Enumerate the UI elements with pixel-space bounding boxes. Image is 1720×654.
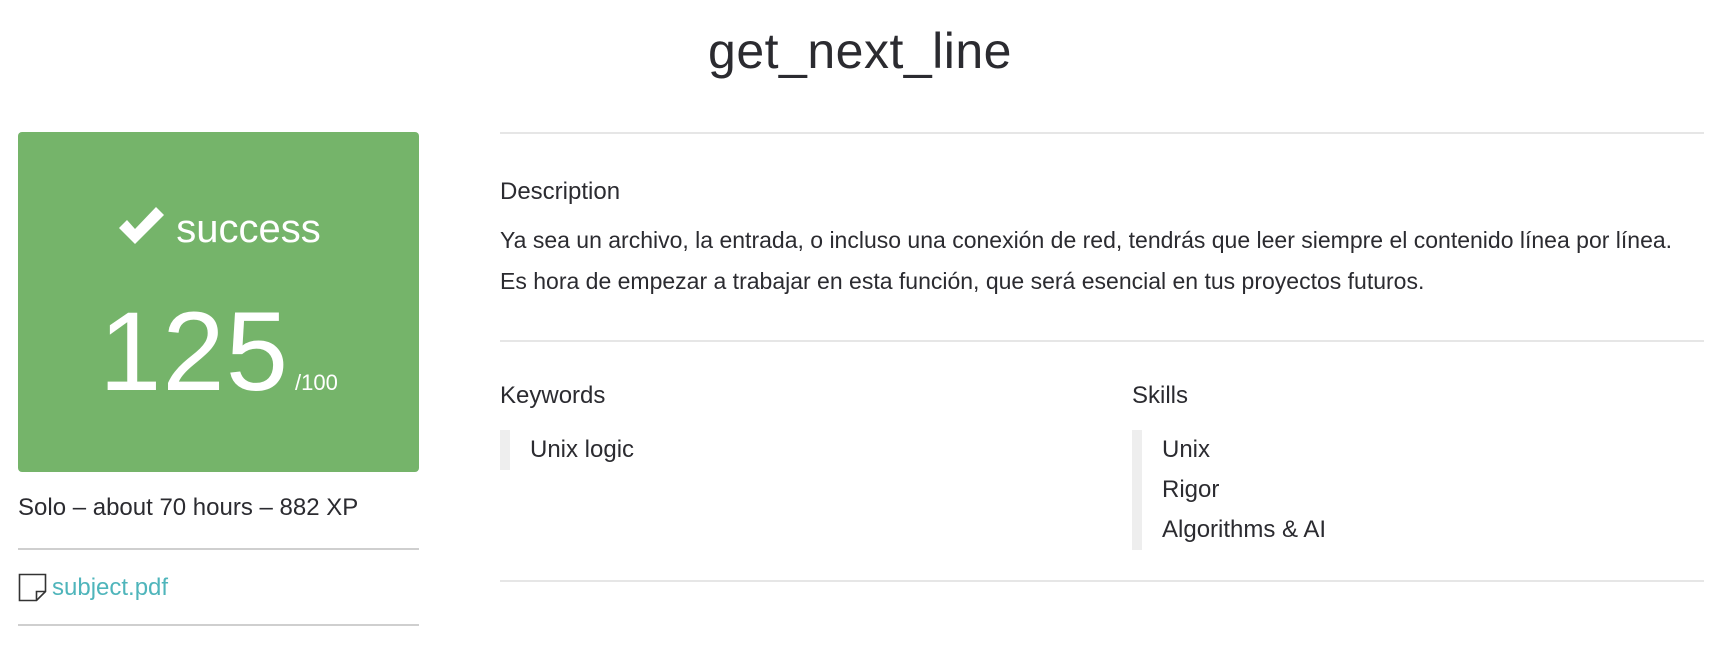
score: 125/100 bbox=[18, 282, 419, 422]
project-summary-panel: success 125/100 Solo – about 70 hours – … bbox=[18, 132, 419, 626]
skill-item: Unix bbox=[1162, 436, 1211, 463]
result-status: success bbox=[18, 204, 419, 253]
description-text: Ya sea un archivo, la entrada, o incluso… bbox=[500, 227, 1673, 294]
skill-item: Rigor bbox=[1162, 476, 1220, 503]
attachment-row: subject.pdf bbox=[18, 570, 419, 606]
subject-pdf-link[interactable]: subject.pdf bbox=[52, 574, 168, 602]
skills-heading: Skills bbox=[1132, 382, 1189, 409]
status-label: success bbox=[176, 207, 321, 251]
score-value: 125 bbox=[99, 289, 290, 414]
divider bbox=[18, 548, 419, 550]
divider bbox=[500, 580, 1704, 582]
skill-item: Algorithms & AI bbox=[1162, 516, 1327, 543]
keywords-section: Keywords Unix logic bbox=[500, 382, 1132, 554]
keywords-heading: Keywords bbox=[500, 382, 606, 409]
divider bbox=[18, 624, 419, 626]
check-icon bbox=[119, 207, 165, 244]
keywords-skills-section: Keywords Unix logic Skills Unix Rigor Al… bbox=[500, 382, 1704, 554]
description-heading: Description bbox=[500, 178, 621, 205]
keyword-item: Unix logic bbox=[530, 436, 635, 463]
divider bbox=[500, 340, 1704, 342]
document-icon bbox=[18, 573, 47, 602]
result-card: success 125/100 bbox=[18, 132, 419, 472]
project-meta: Solo – about 70 hours – 882 XP bbox=[18, 494, 359, 521]
skills-section: Skills Unix Rigor Algorithms & AI bbox=[1132, 382, 1704, 554]
project-title: get_next_line bbox=[0, 22, 1720, 80]
score-max: /100 bbox=[295, 370, 338, 395]
keywords-list: Unix logic bbox=[500, 430, 1132, 470]
project-details: Description Ya sea un archivo, la entrad… bbox=[500, 132, 1704, 582]
divider bbox=[500, 132, 1704, 134]
project-title-text: get_next_line bbox=[708, 23, 1012, 79]
skills-list: Unix Rigor Algorithms & AI bbox=[1132, 430, 1704, 550]
